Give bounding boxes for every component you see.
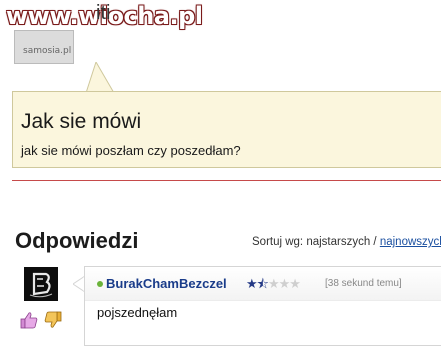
star-icon: ★: [267, 276, 280, 291]
thumbs-down-icon[interactable]: [44, 311, 62, 329]
answers-heading: Odpowiedzi: [15, 228, 139, 253]
star-icon: ⯪: [256, 276, 269, 291]
comment-box: BurakChamBezczel ★⯪★★★ [38 sekund temu] …: [84, 266, 441, 346]
star-icon: ★: [246, 276, 258, 291]
star-icon: ★: [278, 276, 291, 291]
thumbs-up-icon[interactable]: [20, 311, 38, 329]
comment-header: BurakChamBezczel ★⯪★★★ [38 sekund temu]: [85, 267, 441, 301]
comment-author-link[interactable]: BurakChamBezczel: [106, 276, 227, 291]
top-avatar[interactable]: samosia.pl: [14, 30, 74, 64]
sort-bar: Sortuj wg: najstarszych / najnowszych: [252, 236, 441, 248]
question-title: Jak sie mówi: [21, 110, 142, 133]
sort-newest-link[interactable]: najnowszych: [380, 236, 441, 248]
comment-body: pojszednęłam: [97, 305, 178, 320]
comment-timestamp: [38 sekund temu]: [325, 278, 402, 289]
answer-avatar[interactable]: [24, 267, 58, 301]
section-divider: [12, 180, 441, 181]
question-box: Jak sie mówi jak sie mówi poszłam czy po…: [12, 91, 441, 168]
question-text: jak sie mówi poszłam czy poszedłam?: [21, 143, 241, 158]
speech-bubble-tail: [86, 62, 115, 93]
top-user-name-fragment: iti: [96, 2, 111, 24]
star-icon: ★: [289, 276, 301, 291]
online-dot-icon: [97, 281, 103, 287]
avatar-brand-text: samosia.pl: [23, 46, 72, 56]
sort-label: Sortuj wg: najstarszych /: [252, 236, 380, 248]
avatar-emblem-icon: [24, 267, 58, 301]
user-rating: ★⯪★★★: [246, 275, 301, 297]
